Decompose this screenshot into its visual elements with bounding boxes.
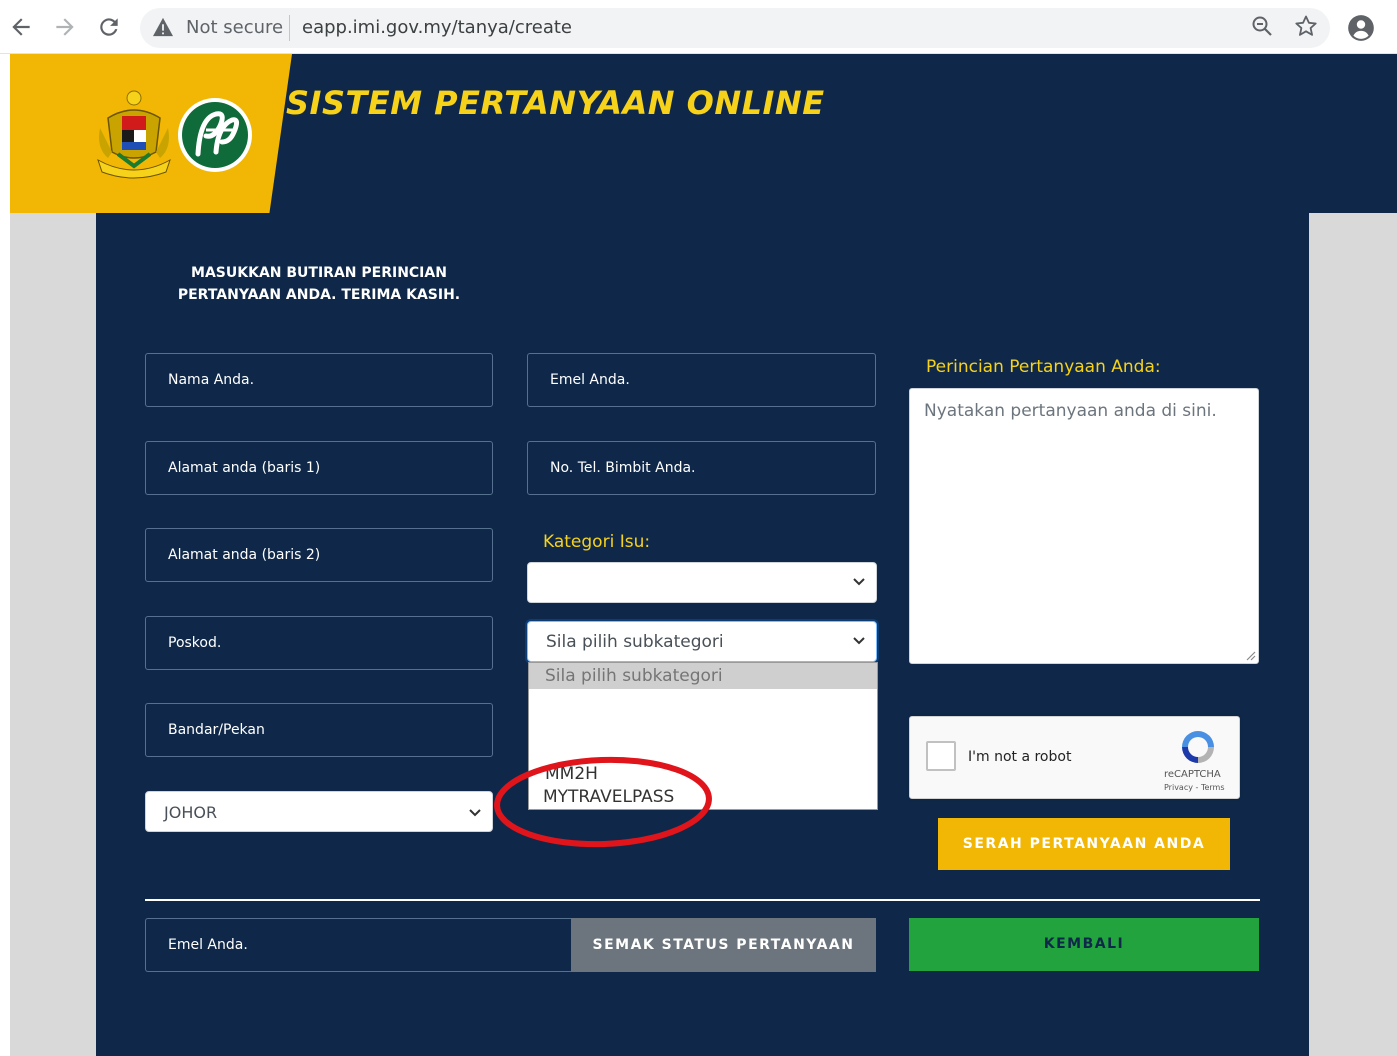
bookmark-star-icon[interactable] — [1294, 14, 1320, 40]
forward-arrow-icon[interactable] — [52, 14, 78, 40]
category-label: Kategori Isu: — [543, 532, 651, 552]
check-status-button[interactable]: SEMAK STATUS PERTANYAAN — [571, 918, 876, 972]
city-field[interactable]: Bandar/Pekan — [145, 703, 493, 757]
postcode-field[interactable]: Poskod. — [145, 616, 493, 670]
email-placeholder: Emel Anda. — [550, 372, 630, 388]
address1-field[interactable]: Alamat anda (baris 1) — [145, 441, 493, 495]
subcategory-value: Sila pilih subkategori — [546, 632, 724, 652]
recaptcha-brand: reCAPTCHA — [1164, 769, 1221, 780]
subcategory-select[interactable]: Sila pilih subkategori — [527, 621, 877, 662]
status-email-placeholder: Emel Anda. — [168, 937, 248, 953]
chevron-down-icon — [853, 637, 865, 645]
url-text[interactable]: eapp.imi.gov.my/tanya/create — [302, 17, 572, 38]
recaptcha-widget: I'm not a robot reCAPTCHA Privacy - Term… — [909, 716, 1240, 799]
dropdown-option-label: Sila pilih subkategori — [545, 666, 723, 686]
recaptcha-checkbox[interactable] — [926, 741, 956, 771]
phone-field[interactable]: No. Tel. Bimbit Anda. — [527, 441, 876, 495]
recaptcha-label: I'm not a robot — [968, 749, 1072, 765]
address1-placeholder: Alamat anda (baris 1) — [168, 460, 321, 476]
name-field[interactable]: Nama Anda. — [145, 353, 493, 407]
zoom-icon[interactable] — [1250, 14, 1276, 40]
chevron-down-icon — [469, 809, 481, 817]
address2-placeholder: Alamat anda (baris 2) — [168, 547, 321, 563]
city-placeholder: Bandar/Pekan — [168, 722, 265, 738]
recaptcha-links[interactable]: Privacy - Terms — [1164, 783, 1225, 792]
browser-toolbar: Not secure eapp.imi.gov.my/tanya/create — [0, 0, 1397, 54]
state-select[interactable]: JOHOR — [145, 791, 493, 832]
site-title: SISTEM PERTANYAAN ONLINE — [286, 84, 825, 122]
profile-icon[interactable] — [1347, 14, 1374, 41]
address2-field[interactable]: Alamat anda (baris 2) — [145, 528, 493, 582]
name-placeholder: Nama Anda. — [168, 372, 255, 388]
chevron-down-icon — [853, 578, 865, 586]
security-status[interactable]: Not secure — [186, 17, 283, 38]
status-email-field[interactable]: Emel Anda. — [145, 918, 572, 972]
details-placeholder: Nyatakan pertanyaan anda di sini. — [924, 401, 1217, 421]
reload-icon[interactable] — [96, 14, 122, 40]
malaysia-crest-logo — [94, 88, 174, 184]
state-value: JOHOR — [164, 803, 218, 822]
category-select[interactable] — [527, 562, 877, 603]
postcode-placeholder: Poskod. — [168, 635, 222, 651]
details-textarea[interactable]: Nyatakan pertanyaan anda di sini. — [909, 388, 1259, 664]
email-field[interactable]: Emel Anda. — [527, 353, 876, 407]
phone-placeholder: No. Tel. Bimbit Anda. — [550, 460, 696, 476]
resize-handle-icon[interactable] — [1244, 649, 1256, 661]
back-button[interactable]: KEMBALI — [909, 918, 1259, 971]
omnibox-divider — [289, 15, 290, 41]
warning-triangle-icon[interactable] — [152, 17, 174, 41]
form-instructions: MASUKKAN BUTIRAN PERINCIAN PERTANYAAN AN… — [177, 265, 461, 303]
submit-button[interactable]: SERAH PERTANYAAN ANDA — [938, 818, 1230, 870]
recaptcha-logo-icon — [1182, 731, 1214, 763]
details-label: Perincian Pertanyaan Anda: — [926, 357, 1161, 377]
divider — [145, 899, 1260, 901]
back-arrow-icon[interactable] — [8, 14, 34, 40]
imi-logo — [176, 96, 254, 178]
annotation-circle — [494, 756, 712, 848]
